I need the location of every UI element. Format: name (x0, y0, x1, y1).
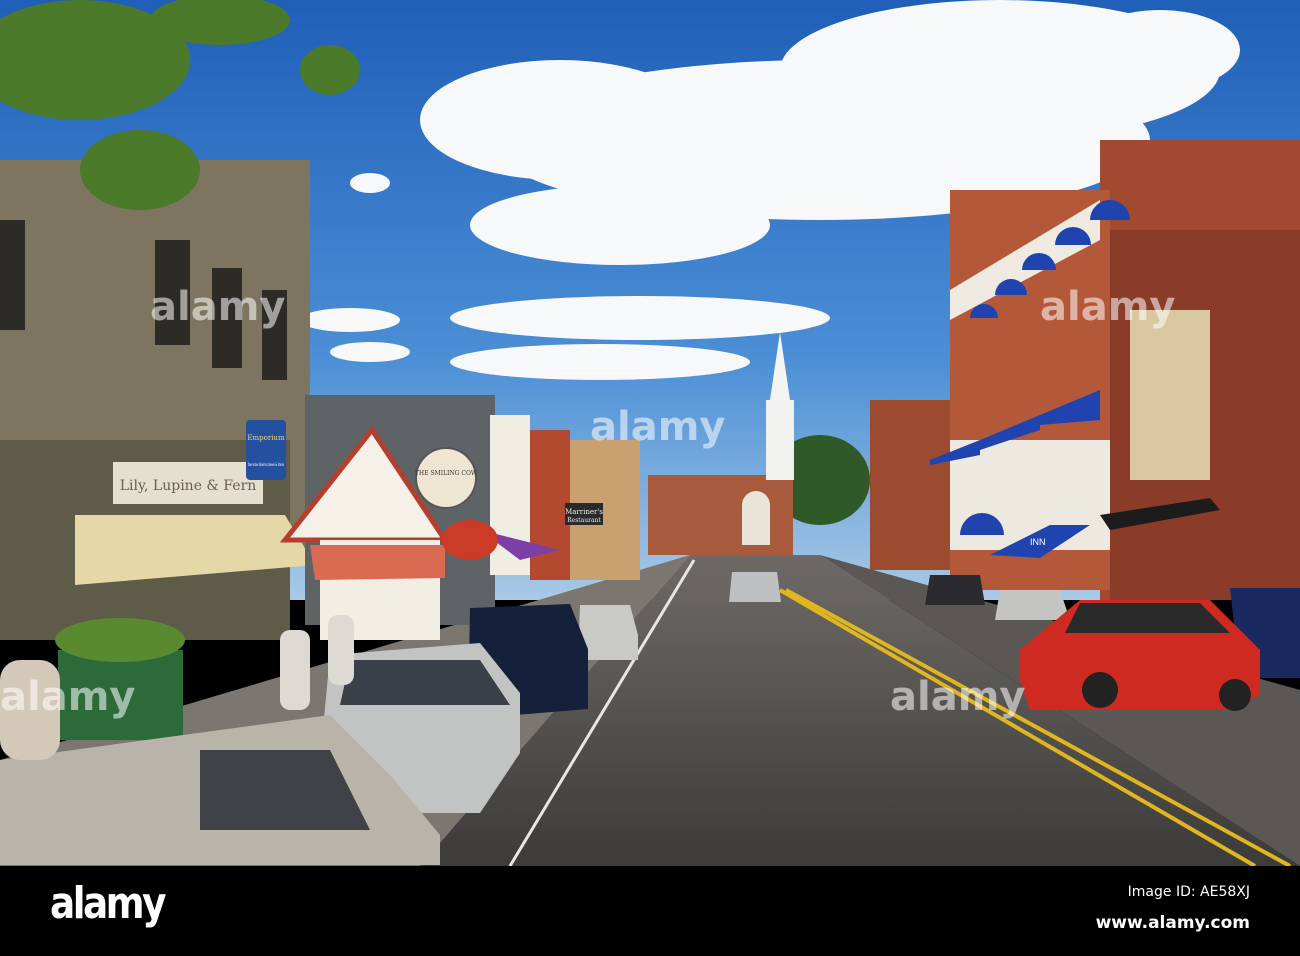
alamy-logo: alamy (50, 878, 166, 929)
arched-window (742, 491, 770, 545)
street-scene-photo: Lily, Lupine & Fern Emporium fine wines … (0, 0, 1300, 866)
marriners-sign-sub: Restaurant (567, 517, 601, 524)
image-id-label: Image ID: AE58XJ (1127, 884, 1250, 900)
emporium-sign-subtitle: fine wines flowers,cheese & brews (248, 462, 284, 468)
smiling-cow-sign: THE SMILING COW (415, 470, 478, 477)
marriners-sign: Marriner's (565, 508, 603, 516)
watermark-text: alamy (590, 404, 725, 450)
watermark-text: alamy (150, 284, 285, 330)
website-url: www.alamy.com (1095, 913, 1250, 933)
flowers (55, 618, 185, 662)
inn-sign: INN (1030, 537, 1046, 547)
shop-sign-lily-lupine-fern: Lily, Lupine & Fern (120, 478, 257, 494)
emporium-sign: Emporium (247, 434, 285, 442)
left-wood-building: Lily, Lupine & Fern Emporium fine wines … (0, 160, 315, 640)
watermark-text: alamy (0, 674, 135, 720)
oncoming-car (729, 572, 781, 602)
watermark-text: alamy (1040, 284, 1175, 330)
watermark-footer-bar: alamy Image ID: AE58XJ www.alamy.com (0, 866, 1300, 956)
watermark-text: alamy (890, 674, 1025, 720)
distant-brick-building (648, 475, 793, 555)
stock-photo: Lily, Lupine & Fern Emporium fine wines … (0, 0, 1300, 956)
